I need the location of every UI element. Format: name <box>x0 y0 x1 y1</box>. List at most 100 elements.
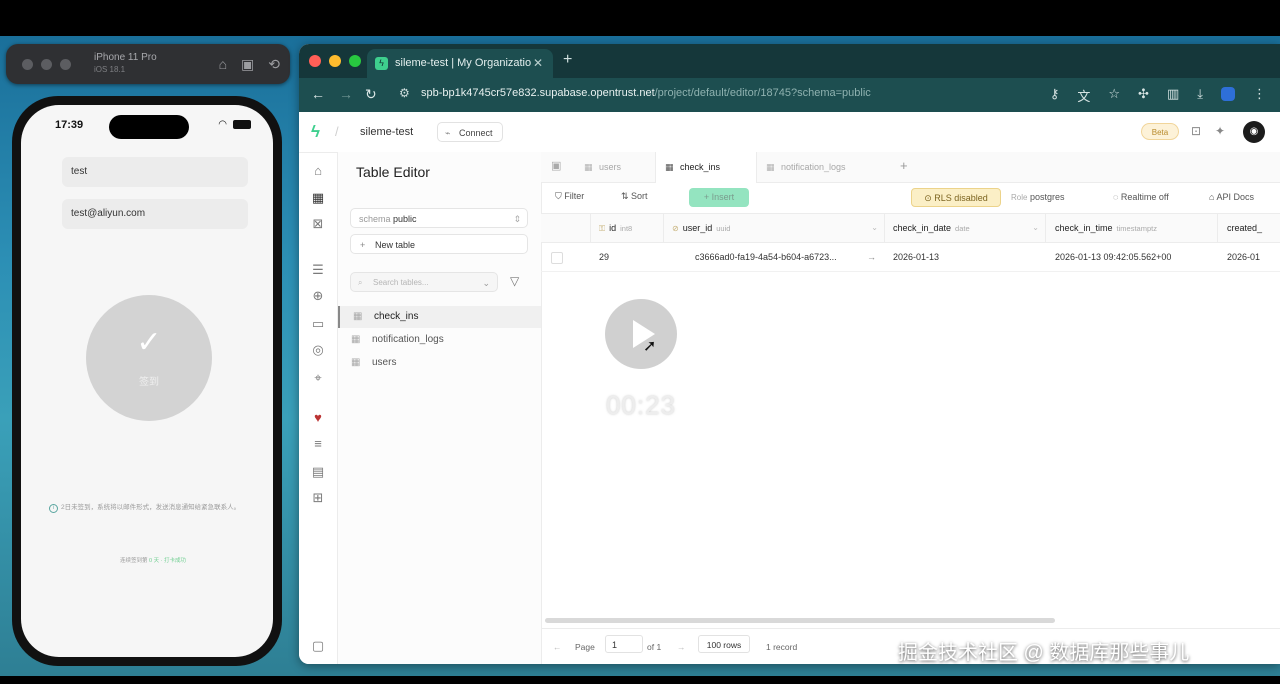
new-tab-icon[interactable]: + <box>563 51 572 69</box>
logs-icon[interactable]: ≡ <box>309 436 327 451</box>
minimize-window-button[interactable] <box>329 55 341 67</box>
filter-icon[interactable]: ▽ <box>510 274 519 288</box>
close-tab-icon[interactable]: ✕ <box>533 49 543 78</box>
collapse-icon[interactable]: ▢ <box>309 638 327 654</box>
integrations-icon[interactable]: ⊞ <box>309 490 327 506</box>
table-icon: ▦ <box>766 162 775 172</box>
advisors-icon[interactable]: ♥ <box>309 410 327 425</box>
insert-label: Insert <box>711 192 735 202</box>
tab-check-ins[interactable]: ▦ check_ins <box>655 152 757 183</box>
database-icon[interactable]: ☰ <box>309 262 327 278</box>
realtime-icon[interactable]: ⌖ <box>309 370 327 386</box>
api-docs-button[interactable]: ⌂ API Docs <box>1209 192 1254 202</box>
column-header-check-in-date[interactable]: check_in_date date ⌄ <box>885 214 1046 242</box>
api-docs-icon[interactable]: ▤ <box>309 464 327 480</box>
edge-functions-icon[interactable]: ◎ <box>309 342 327 358</box>
new-table-button[interactable]: + New table <box>350 234 528 254</box>
search-placeholder: Search tables... <box>373 278 429 287</box>
video-play-button[interactable] <box>605 299 677 369</box>
checkin-button[interactable]: ✓ 签到 <box>86 295 212 421</box>
cell-user-id[interactable]: c3666ad0-fa19-4a54-b604-a6723... <box>695 243 867 271</box>
select-all-cell[interactable] <box>541 214 591 242</box>
role-button[interactable]: Role postgres <box>1011 192 1065 202</box>
cell-check-in-time[interactable]: 2026-01-13 09:42:05.562+00 <box>1055 243 1171 271</box>
auth-lock-icon[interactable]: ⊕ <box>309 288 327 304</box>
zoom-window-button[interactable] <box>349 55 361 67</box>
site-info-icon[interactable]: ⚙ <box>399 86 410 100</box>
chevron-down-icon[interactable]: ⌄ <box>871 214 878 242</box>
project-name[interactable]: sileme-test <box>360 126 413 138</box>
column-header-id[interactable]: ⚿ id int8 <box>591 214 664 242</box>
name-field[interactable]: test <box>62 157 248 187</box>
bookmark-star-icon[interactable]: ☆ <box>1108 86 1120 105</box>
beta-badge[interactable]: Beta <box>1141 123 1179 140</box>
back-icon[interactable]: ← <box>311 86 325 102</box>
tab-users[interactable]: ▦ users <box>575 152 655 182</box>
table-item-notification-logs[interactable]: ▦ notification_logs <box>338 329 541 351</box>
video-timestamp: 00:23 <box>605 390 677 420</box>
sim-close-dot[interactable] <box>22 59 33 70</box>
assistant-icon[interactable]: ✦ <box>1215 124 1225 138</box>
browser-action-icons: ⚷ 文 ☆ ✣ ▥ ⤓ ⋮ <box>1050 86 1266 105</box>
close-window-button[interactable] <box>309 55 321 67</box>
cell-check-in-date[interactable]: 2026-01-13 <box>893 243 939 271</box>
extensions-icon[interactable]: ✣ <box>1138 86 1149 105</box>
table-item-check-ins[interactable]: ▦ check_ins <box>338 306 541 328</box>
terminal-icon[interactable]: ⊡ <box>1191 124 1201 138</box>
sim-zoom-dot[interactable] <box>60 59 71 70</box>
cell-id[interactable]: 29 <box>599 243 609 271</box>
supabase-logo-icon[interactable]: ϟ <box>311 122 320 142</box>
sort-button[interactable]: ⇅ Sort <box>621 191 648 202</box>
sidebar-icon[interactable]: ▥ <box>1167 86 1179 105</box>
overview-tab-icon[interactable]: ▣ <box>551 159 561 172</box>
watermark: 掘金技术社区 @ 数据库那些事儿 <box>898 642 1190 664</box>
simulator-window-controls[interactable] <box>22 59 71 70</box>
info-text: 2日未签到，系统将以邮件形式，发送消息通知给紧急联系人。 <box>61 504 241 511</box>
add-tab-icon[interactable]: + <box>900 158 908 173</box>
sql-editor-icon[interactable]: ⊠ <box>309 216 327 232</box>
page-input[interactable]: 1 <box>605 635 643 653</box>
table-item-users[interactable]: ▦ users <box>338 352 541 374</box>
translate-icon[interactable]: 文 <box>1077 86 1090 105</box>
email-field[interactable]: test@aliyun.com <box>62 199 248 229</box>
connect-button[interactable]: ⌁ Connect <box>437 122 503 142</box>
sim-minimize-dot[interactable] <box>41 59 52 70</box>
foreign-key-arrow-icon[interactable]: → <box>867 243 876 271</box>
filter-button[interactable]: ⛉ Filter <box>555 191 584 202</box>
next-page-icon[interactable]: → <box>677 642 686 652</box>
screenshot-icon[interactable]: ▣ <box>241 56 254 73</box>
column-header-user-id[interactable]: ⊘ user_id uuid ⌄ <box>664 214 885 242</box>
schema-select[interactable]: schema public ⇕ <box>350 208 528 228</box>
download-icon[interactable]: ⤓ <box>1197 86 1203 105</box>
storage-icon[interactable]: ▭ <box>309 316 327 332</box>
streak-footer: 连续签到第 0 天 · 打卡成功 <box>83 556 223 564</box>
table-row[interactable]: 29 c3666ad0-fa19-4a54-b604-a6723... → 20… <box>541 243 1280 272</box>
menu-icon[interactable]: ⋮ <box>1253 86 1266 105</box>
cell-created[interactable]: 2026-01 <box>1227 243 1260 271</box>
home-icon[interactable]: ⌂ <box>309 163 327 178</box>
rls-disabled-button[interactable]: ⊙ RLS disabled <box>911 188 1001 207</box>
insert-button[interactable]: + Insert <box>689 188 749 207</box>
tab-label: check_ins <box>680 162 721 172</box>
forward-icon[interactable]: → <box>339 86 353 102</box>
rotate-icon[interactable]: ⟲ <box>268 56 280 73</box>
prev-page-icon[interactable]: ← <box>553 642 562 652</box>
column-header-created[interactable]: created_ <box>1218 214 1280 242</box>
user-avatar[interactable]: ◉ <box>1243 121 1265 143</box>
realtime-button[interactable]: ◌ Realtime off <box>1113 192 1169 202</box>
extension-icon[interactable] <box>1221 87 1235 101</box>
reload-icon[interactable]: ↻ <box>365 86 377 103</box>
home-icon[interactable]: ⌂ <box>219 56 227 73</box>
search-tables-input[interactable]: ⌕ Search tables... ⌄ <box>350 272 498 292</box>
rows-per-page-button[interactable]: 100 rows <box>698 635 750 653</box>
column-header-check-in-time[interactable]: check_in_time timestamptz <box>1046 214 1218 242</box>
row-select-checkbox[interactable] <box>551 252 563 264</box>
chevron-down-icon[interactable]: ⌄ <box>1032 214 1039 242</box>
password-icon[interactable]: ⚷ <box>1050 86 1060 105</box>
tab-notification-logs[interactable]: ▦ notification_logs <box>757 152 889 182</box>
url-field[interactable]: spb-bp1k4745cr57e832.supabase.opentrust.… <box>421 87 871 99</box>
browser-tab-active[interactable]: ϟ sileme-test | My Organizatio ✕ <box>367 49 553 78</box>
horizontal-scrollbar[interactable] <box>545 618 1055 623</box>
wifi-icon: ◠ <box>218 119 227 130</box>
table-editor-icon[interactable]: ▦ <box>309 190 327 206</box>
